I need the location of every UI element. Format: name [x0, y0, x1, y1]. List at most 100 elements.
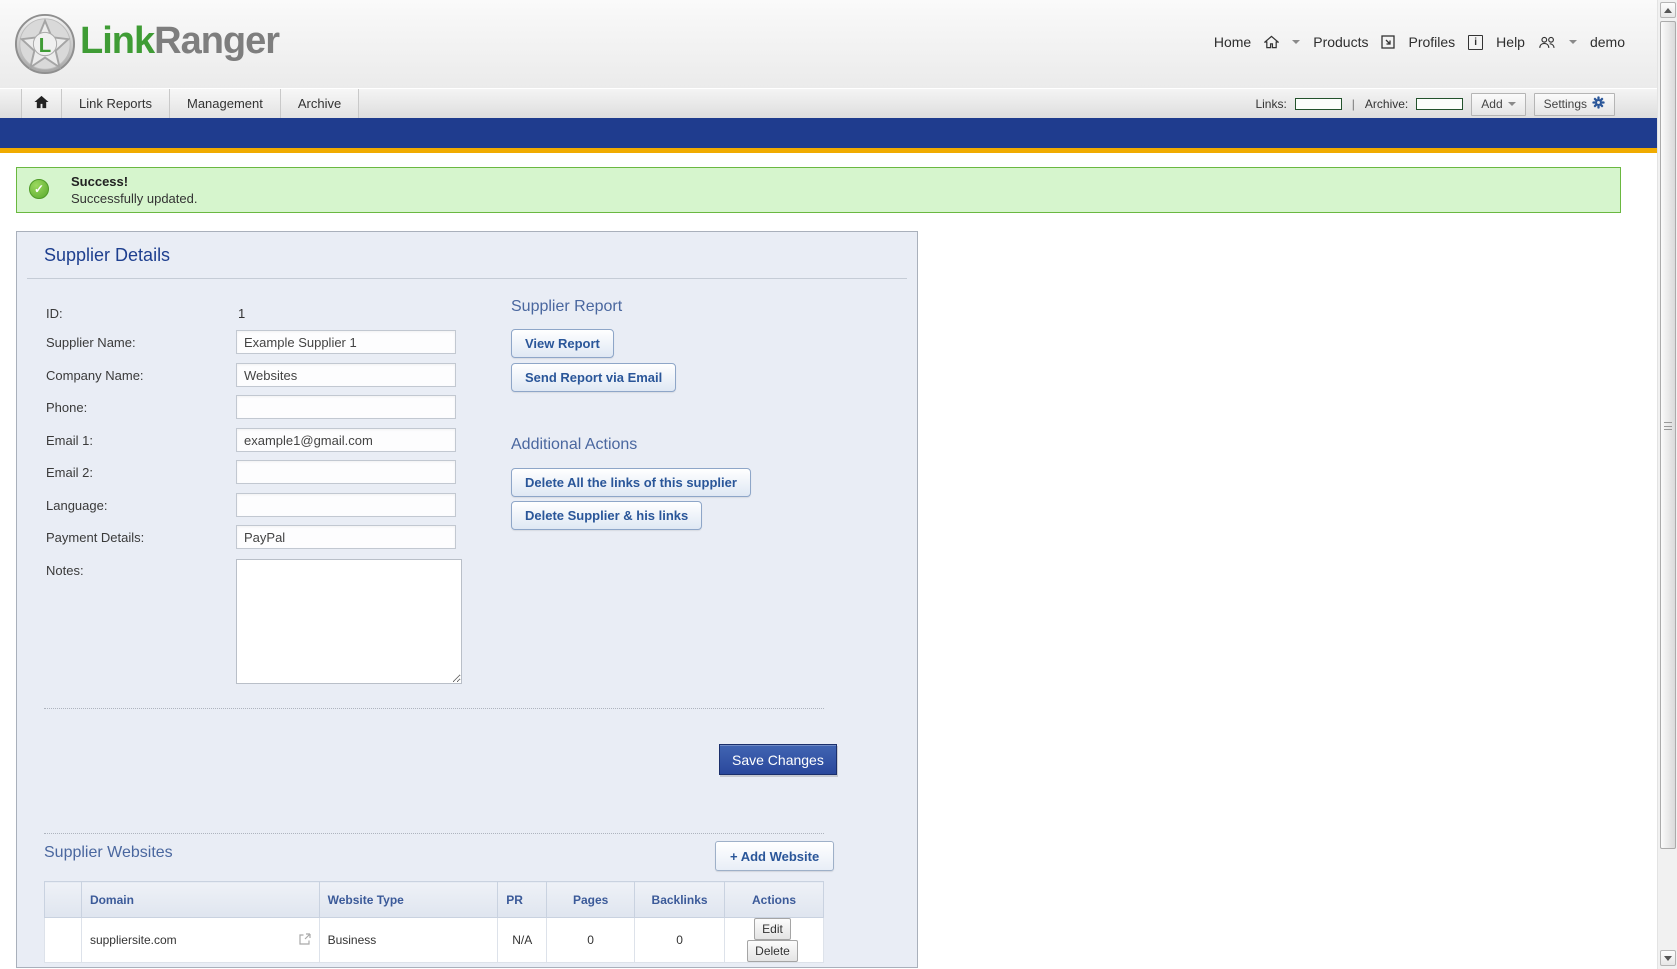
export-icon[interactable] — [1381, 35, 1395, 49]
nav-profiles-link[interactable]: Profiles — [1408, 34, 1455, 50]
supplier-websites-table: Domain Website Type PR Pages Backlinks A… — [44, 881, 824, 963]
table-row: suppliersite.com Business N/A 0 0 EditDe… — [45, 918, 824, 963]
pages-cell: 0 — [547, 918, 635, 963]
scrollbar-thumb[interactable] — [1660, 21, 1676, 849]
id-value: 1 — [238, 306, 245, 321]
supplier-name-input[interactable] — [236, 330, 456, 354]
domain-value: suppliersite.com — [90, 933, 177, 947]
additional-actions-heading: Additional Actions — [511, 436, 637, 454]
app-header: L LinkRanger Home Products Profiles i He… — [0, 0, 1677, 88]
scrollbar-grip — [1664, 422, 1672, 430]
col-pr: PR — [498, 882, 547, 918]
email2-input[interactable] — [236, 460, 456, 484]
chevron-down-icon — [1508, 102, 1516, 106]
alert-message: Successfully updated. — [71, 191, 197, 206]
notes-textarea[interactable] — [236, 559, 462, 684]
home-icon[interactable] — [1264, 35, 1279, 49]
settings-button-label: Settings — [1544, 97, 1587, 111]
supplier-name-label: Supplier Name: — [46, 335, 136, 350]
supplier-report-heading: Supplier Report — [511, 298, 622, 316]
pr-cell: N/A — [498, 918, 547, 963]
form-divider — [44, 708, 824, 709]
gear-icon — [1592, 96, 1605, 112]
settings-button[interactable]: Settings — [1534, 93, 1615, 116]
add-button-label: Add — [1481, 97, 1502, 111]
page-title: Supplier Details — [44, 245, 170, 266]
arrow-down-icon — [1664, 956, 1672, 961]
edit-row-button[interactable]: Edit — [754, 918, 791, 940]
row-select-cell[interactable] — [45, 918, 82, 963]
website-type-cell: Business — [319, 918, 498, 963]
brand-wordmark: LinkRanger — [80, 20, 279, 63]
main-tab-bar: Link Reports Management Archive Links: |… — [0, 88, 1677, 118]
vertical-scrollbar[interactable] — [1657, 0, 1677, 969]
tabs: Link Reports Management Archive — [21, 89, 359, 119]
phone-input[interactable] — [236, 395, 456, 419]
nav-help-link[interactable]: Help — [1496, 34, 1525, 50]
archive-quota-label: Archive: — [1365, 97, 1408, 111]
notes-label: Notes: — [46, 563, 84, 578]
add-website-button[interactable]: + Add Website — [715, 841, 834, 871]
delete-all-links-button[interactable]: Delete All the links of this supplier — [511, 468, 751, 497]
links-progress-bar — [1295, 98, 1342, 110]
send-report-button[interactable]: Send Report via Email — [511, 363, 676, 392]
email1-label: Email 1: — [46, 433, 93, 448]
title-divider — [27, 278, 907, 279]
tab-management[interactable]: Management — [170, 89, 281, 119]
email2-label: Email 2: — [46, 465, 93, 480]
payment-details-input[interactable] — [236, 525, 456, 549]
add-button[interactable]: Add — [1471, 93, 1525, 116]
external-link-icon[interactable] — [299, 933, 311, 948]
tab-home[interactable] — [22, 89, 62, 119]
chevron-down-icon[interactable] — [1569, 40, 1577, 44]
links-quota-label: Links: — [1255, 97, 1286, 111]
actions-cell: EditDelete — [725, 918, 824, 963]
brand-ranger: Ranger — [154, 20, 279, 62]
supplier-websites-heading: Supplier Websites — [44, 844, 173, 862]
top-nav: Home Products Profiles i Help demo — [1214, 34, 1625, 50]
save-changes-button[interactable]: Save Changes — [719, 744, 837, 775]
delete-row-button[interactable]: Delete — [747, 940, 798, 962]
users-icon[interactable] — [1538, 36, 1556, 49]
language-label: Language: — [46, 498, 107, 513]
nav-user-menu[interactable]: demo — [1590, 34, 1625, 50]
svg-text:L: L — [39, 35, 51, 57]
nav-home-link[interactable]: Home — [1214, 34, 1251, 50]
table-header-row: Domain Website Type PR Pages Backlinks A… — [45, 882, 824, 918]
chevron-down-icon[interactable] — [1292, 40, 1300, 44]
backlinks-cell: 0 — [635, 918, 725, 963]
language-input[interactable] — [236, 493, 456, 517]
gold-stripe — [0, 148, 1677, 153]
delete-supplier-button[interactable]: Delete Supplier & his links — [511, 501, 702, 530]
col-backlinks: Backlinks — [635, 882, 725, 918]
linkranger-logo-badge: L — [14, 13, 76, 75]
tab-archive[interactable]: Archive — [281, 89, 359, 119]
info-icon[interactable]: i — [1468, 35, 1483, 50]
nav-products-link[interactable]: Products — [1313, 34, 1368, 50]
col-pages: Pages — [547, 882, 635, 918]
quota-toolbar: Links: | Archive: Add Settings — [1255, 89, 1615, 119]
id-label: ID: — [46, 306, 63, 321]
scroll-up-button[interactable] — [1660, 2, 1676, 18]
company-name-input[interactable] — [236, 363, 456, 387]
success-check-icon: ✓ — [29, 179, 49, 199]
tab-link-reports[interactable]: Link Reports — [62, 89, 170, 119]
arrow-up-icon — [1664, 8, 1672, 13]
view-report-button[interactable]: View Report — [511, 329, 614, 358]
brand-link: Link — [80, 20, 154, 62]
col-actions: Actions — [725, 882, 824, 918]
section-divider — [44, 833, 824, 834]
col-select — [45, 882, 82, 918]
archive-progress-bar — [1416, 98, 1463, 110]
col-website-type: Website Type — [319, 882, 498, 918]
email1-input[interactable] — [236, 428, 456, 452]
domain-cell: suppliersite.com — [81, 918, 319, 963]
success-alert: ✓ Success! Successfully updated. — [16, 167, 1621, 213]
scroll-down-button[interactable] — [1660, 950, 1676, 966]
navy-banner — [0, 118, 1677, 148]
supplier-details-panel: Supplier Details ID: Supplier Name: Comp… — [16, 231, 918, 968]
company-name-label: Company Name: — [46, 368, 144, 383]
phone-label: Phone: — [46, 400, 87, 415]
payment-details-label: Payment Details: — [46, 530, 144, 545]
toolbar-separator: | — [1352, 97, 1355, 111]
